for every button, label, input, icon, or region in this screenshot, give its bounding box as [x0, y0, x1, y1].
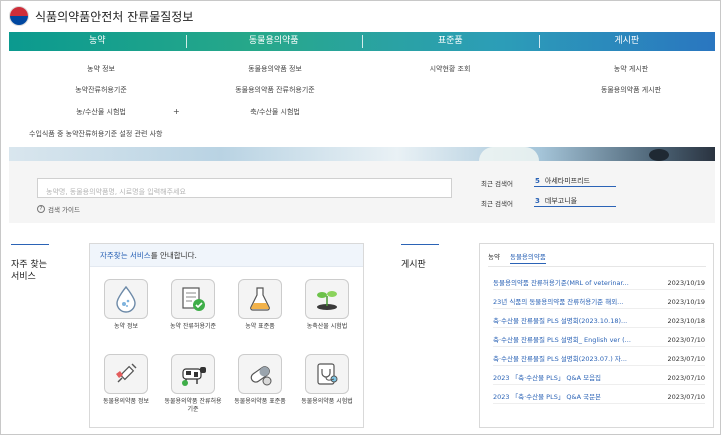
frequent-services-panel: 자주찾는 서비스를 안내합니다. 농약 정보 농약 잔류허용기준 농약 표준품 [89, 243, 364, 428]
nav-pesticide[interactable]: 농약 [9, 32, 186, 51]
mega-menu: 농약 정보 농약잔류허용기준 농/수산물 시험법 + 수입식품 중 농약잔류허용… [9, 51, 715, 147]
post-date: 2023/10/19 [667, 279, 705, 287]
keyword-text: 아세타미프리드 [544, 176, 590, 185]
tab-pesticide[interactable]: 농약 [488, 250, 500, 264]
post-title[interactable]: 2023 「축·수산물 PLS」 Q&A 국문본 [493, 390, 601, 403]
info-icon: ? [37, 205, 45, 213]
post-date: 2023/07/10 [667, 374, 705, 382]
government-emblem-icon[interactable] [9, 6, 29, 26]
post-date: 2023/10/19 [667, 298, 705, 306]
menu-reagent-lookup[interactable]: 시약현황 조회 [430, 64, 471, 74]
flask-icon [238, 279, 282, 319]
recent-keyword-item[interactable]: 5 아세타미프리드 [534, 175, 616, 187]
post-title[interactable]: 23년 식품의 동물용의약품 잔류허용기준 해외... [493, 295, 623, 308]
service-label: 동물용의약품 시험법 [301, 398, 353, 405]
board-post[interactable]: 동물용의약품 잔류허용기준(MRL of veterinar... 2023/1… [493, 276, 705, 290]
service-label: 동물용의약품 정보 [102, 398, 150, 405]
nav-board[interactable]: 게시판 [538, 32, 716, 51]
menu-pesticide-board[interactable]: 농약 게시판 [614, 64, 648, 74]
service-label: 동물용의약품 잔류허용기준 [164, 398, 222, 413]
board-divider [488, 266, 706, 267]
service-label: 동물용의약품 표준품 [234, 398, 286, 405]
service-vet-drug-test-method[interactable]: 동물용의약품 시험법 [297, 354, 357, 406]
service-pesticide-mrl[interactable]: 농약 잔류허용기준 [163, 279, 223, 331]
header-text: 를 안내합니다. [150, 251, 197, 260]
post-title[interactable]: 축·수산물 잔류물질 PLS 설명회(2023.07.) 자... [493, 352, 627, 365]
post-date: 2023/07/10 [667, 336, 705, 344]
stethoscope-icon [305, 354, 349, 394]
service-vet-drug-mrl[interactable]: 동물용의약품 잔류허용기준 [163, 354, 223, 414]
frequent-services-title: 자주 찾는 서비스 [11, 259, 47, 283]
menu-plus-icon[interactable]: + [173, 107, 180, 116]
recent-keyword-item[interactable]: 3 데부고니올 [534, 195, 616, 207]
post-date: 2023/07/10 [667, 355, 705, 363]
board-tabs: 농약 동물용의약품 [488, 250, 556, 264]
board-post[interactable]: 축·수산물 잔류물질 PLS 설명회(2023.10.18)... 2023/1… [493, 314, 705, 328]
section-divider [401, 244, 439, 245]
search-box [37, 178, 452, 201]
hero-banner-image [9, 147, 715, 161]
frequent-title-line: 서비스 [11, 272, 36, 282]
post-date: 2023/10/18 [667, 317, 705, 325]
post-title[interactable]: 동물용의약품 잔류허용기준(MRL of veterinar... [493, 276, 629, 289]
menu-vet-drug-mrl[interactable]: 동물용의약품 잔류허용기준 [235, 85, 315, 95]
board-post[interactable]: 축·수산물 잔류물질 PLS 설명회_ English ver (... 202… [493, 333, 705, 347]
post-title[interactable]: 2023 「축·수산물 PLS」 Q&A 모음집 [493, 371, 601, 384]
service-label: 농축산물 시험법 [306, 323, 348, 330]
search-input[interactable] [38, 183, 451, 201]
recent-keyword-label: 최근 검색어 [481, 200, 513, 208]
seedling-icon [305, 279, 349, 319]
keyword-text: 데부고니올 [544, 196, 578, 205]
service-label: 농약 잔류허용기준 [169, 323, 217, 330]
header-highlight: 자주찾는 서비스 [100, 251, 151, 260]
pill-icon [238, 354, 282, 394]
certificate-check-icon [171, 279, 215, 319]
board-panel: 농약 동물용의약품 동물용의약품 잔류허용기준(MRL of veterinar… [479, 243, 714, 428]
recent-keyword-label: 최근 검색어 [481, 180, 513, 188]
nav-veterinary-drug[interactable]: 동물용의약품 [185, 32, 363, 51]
keyword-rank: 5 [535, 176, 540, 185]
tab-veterinary-drug[interactable]: 동물용의약품 [509, 250, 546, 264]
service-agri-test-method[interactable]: 농축산물 시험법 [297, 279, 357, 331]
page-frame: 식품의약품안전처 잔류물질정보 농약 동물용의약품 표준품 게시판 농약 정보 … [0, 0, 721, 435]
search-guide-link[interactable]: ? 검색 가이드 [37, 204, 80, 214]
menu-agri-test-method[interactable]: 농/수산물 시험법 [76, 107, 126, 117]
cow-icon [171, 354, 215, 394]
site-title[interactable]: 식품의약품안전처 잔류물질정보 [35, 8, 193, 25]
section-divider [11, 244, 49, 245]
frequent-title-line: 자주 찾는 [11, 260, 47, 270]
post-title[interactable]: 축·수산물 잔류물질 PLS 설명회(2023.10.18)... [493, 314, 627, 327]
service-vet-drug-standard[interactable]: 동물용의약품 표준품 [230, 354, 290, 406]
menu-import-mrl-notice[interactable]: 수입식품 중 농약잔류허용기준 설정 관련 사항 [29, 129, 163, 139]
menu-pesticide-info[interactable]: 농약 정보 [87, 64, 115, 74]
service-pesticide-standard[interactable]: 농약 표준품 [230, 279, 290, 331]
board-post[interactable]: 2023 「축·수산물 PLS」 Q&A 국문본 2023/07/10 [493, 390, 705, 404]
board-post[interactable]: 축·수산물 잔류물질 PLS 설명회(2023.07.) 자... 2023/0… [493, 352, 705, 366]
search-panel: ? 검색 가이드 최근 검색어 5 아세타미프리드 최근 검색어 3 데부고니올 [9, 161, 715, 223]
board-post[interactable]: 2023 「축·수산물 PLS」 Q&A 모음집 2023/07/10 [493, 371, 705, 385]
keyword-rank: 3 [535, 196, 540, 205]
water-drop-icon [104, 279, 148, 319]
menu-livestock-test-method[interactable]: 축/수산물 시험법 [250, 107, 300, 117]
service-vet-drug-info[interactable]: 동물용의약품 정보 [96, 354, 156, 406]
post-title[interactable]: 축·수산물 잔류물질 PLS 설명회_ English ver (... [493, 333, 631, 346]
board-title: 게시판 [401, 260, 426, 270]
site-header: 식품의약품안전처 잔류물질정보 [1, 1, 720, 31]
board-post[interactable]: 23년 식품의 동물용의약품 잔류허용기준 해외... 2023/10/19 [493, 295, 705, 309]
syringe-icon [104, 354, 148, 394]
menu-pesticide-mrl[interactable]: 농약잔류허용기준 [75, 85, 127, 95]
service-label: 농약 정보 [114, 323, 138, 330]
frequent-services-header: 자주찾는 서비스를 안내합니다. [90, 244, 363, 267]
service-label: 농약 표준품 [245, 323, 275, 330]
menu-vet-drug-board[interactable]: 동물용의약품 게시판 [601, 85, 661, 95]
main-navigation: 농약 동물용의약품 표준품 게시판 [9, 32, 715, 51]
search-guide-label: 검색 가이드 [48, 206, 80, 214]
menu-vet-drug-info[interactable]: 동물용의약품 정보 [248, 64, 302, 74]
post-date: 2023/07/10 [667, 393, 705, 401]
nav-reference-standard[interactable]: 표준품 [362, 32, 539, 51]
service-pesticide-info[interactable]: 농약 정보 [96, 279, 156, 331]
